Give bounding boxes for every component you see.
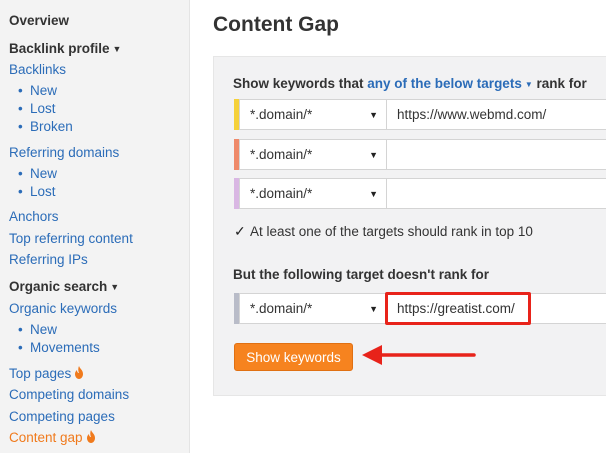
checkmark-icon: ✓ <box>234 223 246 239</box>
target-mode-select[interactable]: *.domain/* ▼ <box>239 99 387 130</box>
bullet-icon: • <box>18 166 23 181</box>
sidebar-subitem-refdomains-new[interactable]: • New <box>18 165 57 183</box>
targets-label-prefix: Show keywords that <box>233 76 364 91</box>
bullet-icon: • <box>18 83 23 98</box>
sidebar-item-label: Overview <box>9 13 70 28</box>
sidebar-item-content-gap[interactable]: Content gap <box>9 429 96 448</box>
target-row-2: *.domain/* ▼ <box>234 139 606 170</box>
target-url-input[interactable]: https://www.webmd.com/ <box>387 99 606 130</box>
sidebar-section-organic-search[interactable]: Organic search ▼ <box>9 278 119 296</box>
flame-icon <box>86 430 96 448</box>
exclude-mode-select[interactable]: *.domain/* ▼ <box>239 293 387 324</box>
sidebar-subitem-label: Lost <box>30 184 56 199</box>
caret-down-icon: ▼ <box>524 80 533 89</box>
target-url-input[interactable] <box>387 178 606 209</box>
target-row-1: *.domain/* ▼ https://www.webmd.com/ <box>234 99 606 130</box>
sidebar-item-overview[interactable]: Overview <box>9 12 69 30</box>
top10-checkbox[interactable]: ✓ At least one of the targets should rank… <box>234 223 533 240</box>
page-title: Content Gap <box>213 13 339 36</box>
bullet-icon: • <box>18 340 23 355</box>
caret-down-icon: ▼ <box>369 189 378 199</box>
sidebar-subitem-organic-movements[interactable]: • Movements <box>18 339 100 357</box>
sidebar-subitem-label: Broken <box>30 119 73 134</box>
targets-mode-label: any of the below targets <box>367 76 522 91</box>
caret-down-icon: ▼ <box>369 110 378 120</box>
sidebar-subitem-organic-new[interactable]: • New <box>18 321 57 339</box>
target-url-input[interactable] <box>387 139 606 170</box>
sidebar-item-label: Top pages <box>9 366 72 381</box>
target-row-3: *.domain/* ▼ <box>234 178 606 209</box>
sidebar-item-top-referring-content[interactable]: Top referring content <box>9 230 133 248</box>
sidebar-subitem-backlinks-new[interactable]: • New <box>18 82 57 100</box>
annotation-highlight-box <box>385 292 531 325</box>
bullet-icon: • <box>18 119 23 134</box>
sidebar-subitem-refdomains-lost[interactable]: • Lost <box>18 183 56 201</box>
show-keywords-button[interactable]: Show keywords <box>234 343 353 371</box>
bullet-icon: • <box>18 184 23 199</box>
targets-label-suffix: rank for <box>536 76 587 91</box>
sidebar-section-backlink-profile[interactable]: Backlink profile ▼ <box>9 40 121 58</box>
target-mode-value: *.domain/* <box>250 147 313 162</box>
targets-label: Show keywords that any of the below targ… <box>233 76 587 91</box>
exclude-mode-value: *.domain/* <box>250 301 313 316</box>
bullet-icon: • <box>18 101 23 116</box>
sidebar: Overview Backlink profile ▼ Backlinks • Ne… <box>0 0 190 453</box>
sidebar-subitem-backlinks-lost[interactable]: • Lost <box>18 100 56 118</box>
sidebar-section-label: Organic search <box>9 279 108 294</box>
sidebar-subitem-label: Movements <box>30 340 100 355</box>
sidebar-item-organic-keywords[interactable]: Organic keywords <box>9 300 117 318</box>
sidebar-subitem-label: New <box>30 83 58 98</box>
caret-down-icon: ▼ <box>110 282 120 292</box>
sidebar-subitem-label: New <box>30 166 58 181</box>
sidebar-item-label: Content gap <box>9 430 83 445</box>
top10-checkbox-label: At least one of the targets should rank … <box>250 224 533 239</box>
sidebar-subitem-backlinks-broken[interactable]: • Broken <box>18 118 73 136</box>
flame-icon <box>74 366 84 384</box>
sidebar-item-referring-domains[interactable]: Referring domains <box>9 144 119 162</box>
sidebar-item-backlinks[interactable]: Backlinks <box>9 61 66 79</box>
sidebar-item-referring-ips[interactable]: Referring IPs <box>9 251 88 269</box>
sidebar-subitem-label: New <box>30 322 58 337</box>
target-mode-value: *.domain/* <box>250 186 313 201</box>
bullet-icon: • <box>18 322 23 337</box>
target-mode-select[interactable]: *.domain/* ▼ <box>239 139 387 170</box>
sidebar-subitem-label: Lost <box>30 101 56 116</box>
sidebar-item-competing-pages[interactable]: Competing pages <box>9 408 115 426</box>
target-mode-value: *.domain/* <box>250 107 313 122</box>
sidebar-item-top-pages[interactable]: Top pages <box>9 365 84 384</box>
caret-down-icon: ▼ <box>112 44 122 54</box>
sidebar-item-anchors[interactable]: Anchors <box>9 208 59 226</box>
sidebar-section-label: Backlink profile <box>9 41 110 56</box>
caret-down-icon: ▼ <box>369 150 378 160</box>
sidebar-item-competing-domains[interactable]: Competing domains <box>9 386 129 404</box>
targets-mode-dropdown[interactable]: any of the below targets ▼ <box>367 76 532 91</box>
target-mode-select[interactable]: *.domain/* ▼ <box>239 178 387 209</box>
annotation-arrow-icon <box>362 345 476 365</box>
exclude-label: But the following target doesn't rank fo… <box>233 267 489 282</box>
caret-down-icon: ▼ <box>369 304 378 314</box>
